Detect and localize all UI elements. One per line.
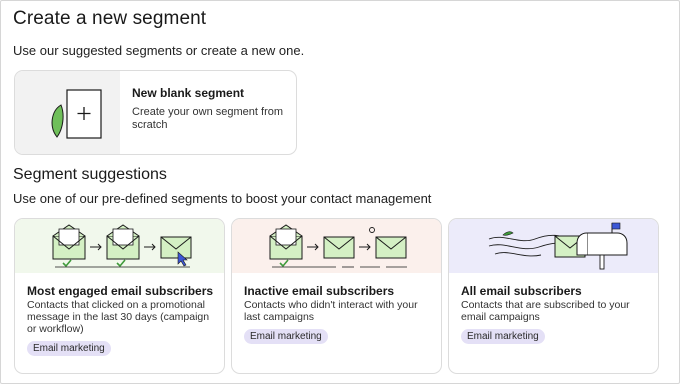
suggestions-title: Segment suggestions (13, 166, 167, 183)
arrow-right-icon (307, 243, 319, 251)
blank-segment-illustration (15, 71, 120, 154)
mailbox-icon (576, 222, 628, 270)
inactive-illustration (232, 219, 441, 273)
card-description: Contacts that clicked on a promotional m… (27, 299, 210, 335)
email-marketing-tag: Email marketing (244, 329, 328, 344)
all-subscribers-illustration (449, 219, 658, 273)
blank-segment-description: Create your own segment from scratch (132, 106, 284, 131)
email-marketing-tag: Email marketing (27, 341, 111, 356)
page-intro: Use our suggested segments or create a n… (13, 43, 305, 58)
arrow-right-icon (90, 243, 102, 251)
card-title: Inactive email subscribers (244, 284, 395, 298)
card-description: Contacts that are subscribed to your ema… (461, 299, 630, 323)
suggestions-subtitle: Use one of our pre-defined segments to b… (13, 191, 432, 206)
new-blank-segment-card[interactable]: New blank segment Create your own segmen… (14, 70, 297, 155)
arrow-right-icon (144, 243, 156, 251)
open-envelope-icon (52, 224, 86, 260)
envelope-icon (323, 236, 355, 259)
plus-document-icon (51, 89, 102, 139)
most-engaged-illustration (15, 219, 224, 273)
card-description: Contacts who didn't interact with your l… (244, 299, 418, 323)
blank-segment-title: New blank segment (132, 86, 245, 100)
suggestion-card-most-engaged[interactable]: Most engaged email subscribers Contacts … (14, 218, 225, 374)
envelope-icon (375, 236, 407, 259)
open-envelope-icon (269, 224, 303, 260)
card-title: All email subscribers (461, 284, 582, 298)
open-envelope-icon (106, 224, 140, 260)
arrow-right-icon (359, 243, 371, 251)
suggestion-card-all-subscribers[interactable]: All email subscribers Contacts that are … (448, 218, 659, 374)
envelope-icon (160, 236, 192, 259)
card-title: Most engaged email subscribers (27, 284, 214, 298)
page-title: Create a new segment (13, 8, 207, 29)
email-marketing-tag: Email marketing (461, 329, 545, 344)
suggestion-card-inactive[interactable]: Inactive email subscribers Contacts who … (231, 218, 442, 374)
